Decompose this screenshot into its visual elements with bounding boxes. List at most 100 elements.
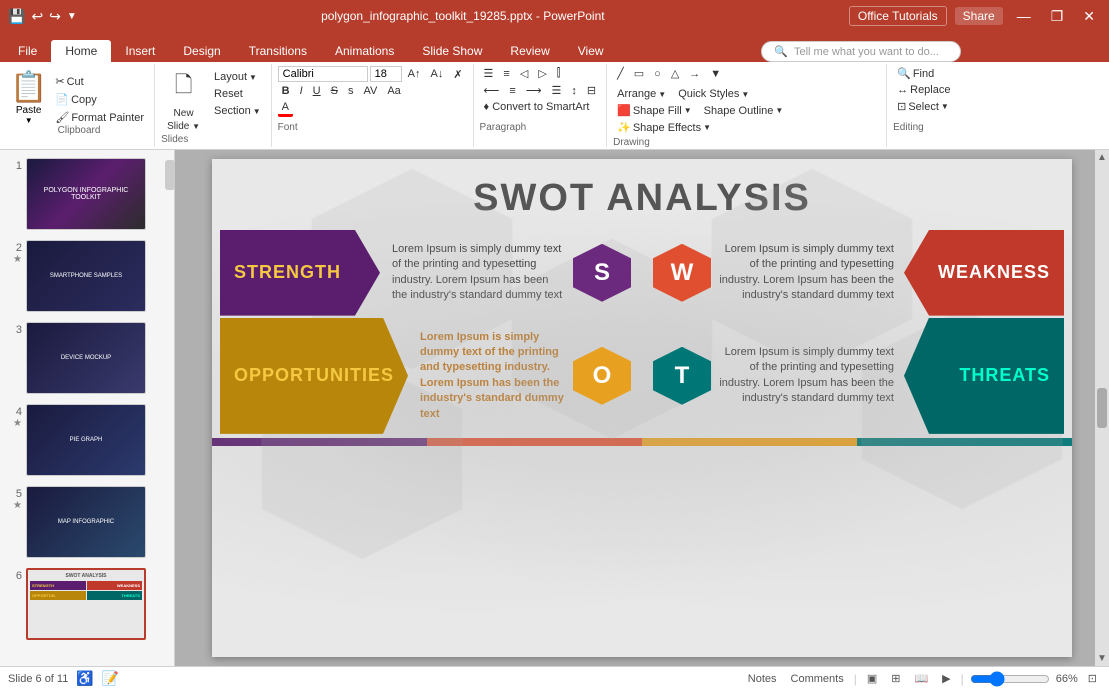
editing-group: 🔍 Find ↔ Replace ⊡ Select ▼ Editing (887, 64, 960, 147)
decrease-indent-button[interactable]: ◁ (516, 66, 532, 81)
slide-img-1[interactable]: POLYGON INFOGRAPHIC TOOLKIT (26, 158, 146, 230)
tab-slideshow[interactable]: Slide Show (408, 40, 496, 62)
status-bar: Slide 6 of 11 ♿ 📝 Notes Comments | ▣ ⊞ 📖… (0, 666, 1109, 690)
slide-img-4[interactable]: PIE GRAPH (26, 404, 146, 476)
undo-icon[interactable]: ↩ (31, 8, 43, 25)
format-painter-button[interactable]: 🖌 Format Painter (51, 110, 148, 125)
font-size-input[interactable] (370, 66, 402, 82)
shape-fill-button[interactable]: 🟥 Shape Fill ▼ (613, 103, 696, 118)
tab-transitions[interactable]: Transitions (235, 40, 321, 62)
char-spacing-button[interactable]: AV (359, 84, 381, 98)
font-name-input[interactable] (278, 66, 368, 82)
align-left-button[interactable]: ⟵ (480, 83, 504, 98)
slide-img-2[interactable]: SMARTPHONE SAMPLES (26, 240, 146, 312)
paste-button[interactable]: 📋 Paste ▼ (10, 70, 47, 125)
shadow-button[interactable]: s (344, 84, 358, 98)
columns-button[interactable]: ⫿ (553, 66, 565, 81)
reset-button[interactable]: Reset (210, 87, 265, 101)
notes-button[interactable]: Notes (744, 673, 781, 685)
comments-button[interactable]: Comments (787, 673, 848, 685)
text-direction-button[interactable]: ↕ (567, 83, 581, 98)
align-right-button[interactable]: ⟶ (522, 83, 546, 98)
increase-indent-button[interactable]: ▷ (534, 66, 550, 81)
minimize-button[interactable]: — (1011, 6, 1037, 26)
decrease-font-button[interactable]: A↓ (426, 67, 447, 81)
find-button[interactable]: 🔍 Find (893, 66, 954, 81)
tab-animations[interactable]: Animations (321, 40, 408, 62)
canvas-area[interactable]: SWOT ANALYSIS STRENGTH Lorem Ipsum is si… (175, 150, 1109, 666)
cut-button[interactable]: ✂ Cut (51, 74, 148, 89)
arrange-button[interactable]: Arrange ▼ (613, 87, 670, 101)
customize-icon[interactable]: ▼ (67, 11, 77, 22)
window-title: polygon_infographic_toolkit_19285.pptx -… (77, 9, 849, 23)
slide-img-3[interactable]: DEVICE MOCKUP (26, 322, 146, 394)
slide-thumb-2[interactable]: 2 ★ SMARTPHONE SAMPLES (4, 238, 170, 314)
close-button[interactable]: ✕ (1077, 6, 1101, 27)
reading-view-button[interactable]: 📖 (910, 672, 932, 685)
clipboard-group: 📋 Paste ▼ ✂ Cut 📄 Copy 🖌 Format Painter … (4, 64, 155, 147)
quick-styles-button[interactable]: Quick Styles ▼ (674, 87, 753, 101)
redo-icon[interactable]: ↪ (49, 8, 61, 25)
select-button[interactable]: ⊡ Select ▼ (893, 99, 954, 114)
notes-mode-icon[interactable]: 📝 (102, 670, 119, 687)
shape-ellipse[interactable]: ○ (650, 66, 665, 81)
shape-triangle[interactable]: △ (667, 66, 683, 81)
paragraph-group: ☰ ≡ ◁ ▷ ⫿ ⟵ ≡ ⟶ ☰ ↕ ⊟ ♦ Convert to Smart… (474, 64, 608, 147)
tab-home[interactable]: Home (51, 40, 111, 62)
normal-view-button[interactable]: ▣ (863, 672, 881, 685)
tab-design[interactable]: Design (169, 40, 234, 62)
bold-button[interactable]: B (278, 84, 294, 98)
new-slide-button[interactable]: 🗋 NewSlide ▼ (161, 66, 206, 134)
scroll-thumb[interactable] (1097, 388, 1107, 428)
slide-thumb-1[interactable]: 1 POLYGON INFOGRAPHIC TOOLKIT (4, 156, 170, 232)
shapes-more[interactable]: ▼ (706, 66, 725, 81)
canvas-scrollbar[interactable]: ▲ ▼ (1095, 150, 1109, 666)
layout-button[interactable]: Layout ▼ (210, 70, 265, 84)
section-button[interactable]: Section ▼ (210, 104, 265, 118)
shape-rect[interactable]: ▭ (630, 66, 648, 81)
shape-effects-button[interactable]: ✨ Shape Effects ▼ (613, 120, 715, 135)
change-case-button[interactable]: Aa (383, 84, 404, 98)
shape-outline-button[interactable]: Shape Outline ▼ (700, 104, 788, 118)
slide-sorter-button[interactable]: ⊞ (887, 672, 904, 685)
accessibility-icon[interactable]: ♿ (76, 670, 93, 687)
tab-file[interactable]: File (4, 40, 51, 62)
tab-insert[interactable]: Insert (111, 40, 169, 62)
tab-review[interactable]: Review (496, 40, 563, 62)
align-center-button[interactable]: ≡ (505, 83, 519, 98)
scroll-down-button[interactable]: ▼ (1097, 653, 1107, 664)
numbered-list-button[interactable]: ≡ (499, 66, 513, 81)
smartart-button[interactable]: ♦ Convert to SmartArt (480, 100, 594, 114)
underline-button[interactable]: U (309, 84, 325, 98)
slide-show-button[interactable]: ▶ (938, 672, 954, 685)
restore-button[interactable]: ❐ (1045, 6, 1070, 27)
slide-img-6[interactable]: SWOT ANALYSIS STRENGTH WEAKNESS OPPORTUN… (26, 568, 146, 640)
align-text-button[interactable]: ⊟ (583, 83, 600, 98)
bullet-list-button[interactable]: ☰ (480, 66, 498, 81)
fit-slide-button[interactable]: ⊡ (1084, 672, 1101, 685)
shape-arrow[interactable]: → (685, 66, 704, 81)
slide-panel-scroll[interactable]: 1 POLYGON INFOGRAPHIC TOOLKIT 2 ★ SMARTP… (0, 150, 174, 666)
share-button[interactable]: Share (955, 7, 1003, 25)
slide-thumb-6[interactable]: 6 SWOT ANALYSIS STRENGTH WEAKNESS OPPORT… (4, 566, 170, 642)
slide-thumb-4[interactable]: 4 ★ PIE GRAPH (4, 402, 170, 478)
shape-line[interactable]: ╱ (613, 66, 628, 81)
tab-view[interactable]: View (564, 40, 618, 62)
tell-me-input[interactable]: 🔍 Tell me what you want to do... (761, 41, 961, 62)
copy-button[interactable]: 📄 Copy (51, 92, 148, 107)
replace-button[interactable]: ↔ Replace (893, 83, 954, 97)
clear-format-button[interactable]: ✗ (449, 67, 466, 82)
slide-thumb-3[interactable]: 3 DEVICE MOCKUP (4, 320, 170, 396)
justify-button[interactable]: ☰ (548, 83, 566, 98)
save-icon[interactable]: 💾 (8, 8, 25, 25)
italic-button[interactable]: I (296, 84, 307, 98)
slide-thumb-5[interactable]: 5 ★ MAP INFOGRAPHIC (4, 484, 170, 560)
font-color-button[interactable]: A (278, 100, 293, 117)
strikethrough-button[interactable]: S (327, 84, 342, 98)
slide-img-5[interactable]: MAP INFOGRAPHIC (26, 486, 146, 558)
scroll-up-button[interactable]: ▲ (1097, 152, 1107, 163)
office-tutorials-link[interactable]: Office Tutorials (849, 6, 947, 26)
threats-label-bar: THREATS (904, 318, 1064, 434)
zoom-slider[interactable] (970, 671, 1050, 687)
increase-font-button[interactable]: A↑ (404, 67, 425, 81)
